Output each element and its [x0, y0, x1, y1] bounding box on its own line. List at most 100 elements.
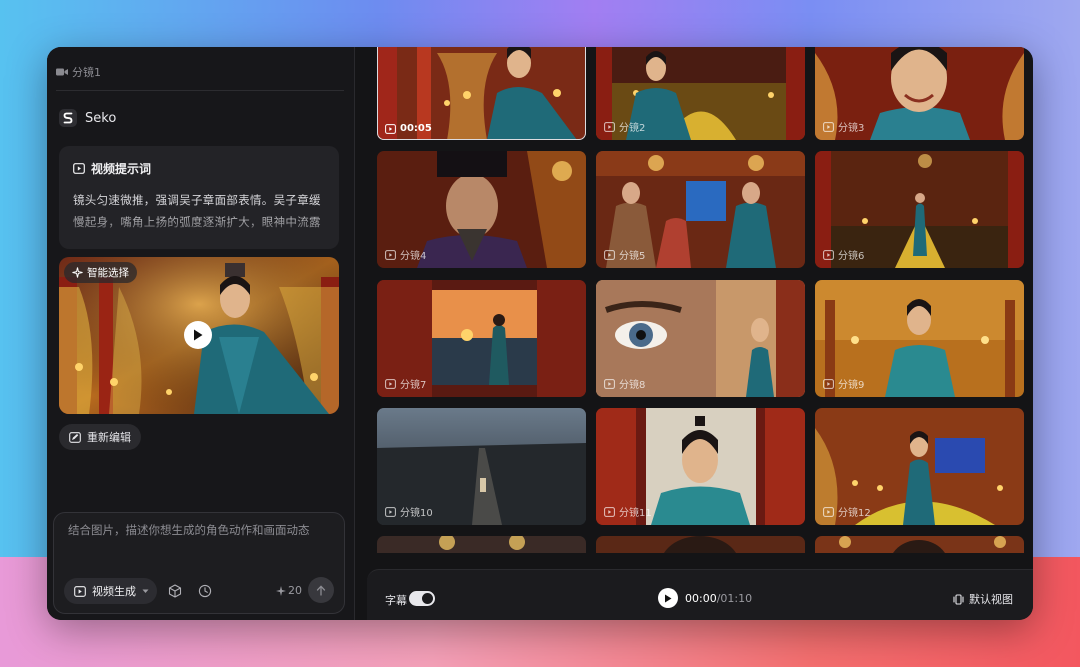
playback-bar: 字幕 00:00/01:10 默认视图: [367, 569, 1033, 620]
video-icon: [385, 506, 396, 517]
shot-tile-label: 分镜4: [385, 247, 426, 262]
mode-label: 视频生成: [92, 585, 136, 598]
shot-tile-label: 分镜10: [385, 504, 433, 519]
shot-tile-label: 分镜9: [823, 376, 864, 391]
clock-icon[interactable]: [198, 584, 212, 598]
video-camera-icon: [56, 68, 68, 76]
prompt-input[interactable]: [68, 523, 330, 537]
reedit-button[interactable]: 重新编辑: [59, 424, 141, 450]
shot-label: 分镜9: [838, 380, 865, 391]
prompt-composer: 视频生成 20: [53, 512, 345, 614]
video-icon: [604, 378, 615, 389]
shot-tile[interactable]: 分镜5: [596, 151, 805, 268]
mode-select-button[interactable]: 视频生成: [64, 578, 157, 604]
shot-tile[interactable]: [815, 536, 1024, 553]
divider: [56, 90, 344, 91]
send-button[interactable]: [308, 577, 334, 603]
reedit-label: 重新编辑: [87, 431, 131, 444]
shot-tile-label: 分镜11: [604, 504, 652, 519]
current-time: 00:00: [685, 592, 717, 605]
selected-shot-preview[interactable]: 智能选择: [59, 257, 339, 414]
edit-icon: [69, 431, 81, 443]
arrow-up-icon: [316, 584, 326, 596]
shot-tile-label: 分镜12: [823, 504, 871, 519]
shot-tile[interactable]: 分镜8: [596, 280, 805, 397]
shot-tile-label: 分镜3: [823, 119, 864, 134]
brand: Seko: [59, 109, 116, 127]
shot-tile[interactable]: 分镜3: [815, 47, 1024, 140]
shot-header-label: 分镜1: [72, 66, 101, 79]
video-icon: [385, 123, 396, 134]
shot-tile[interactable]: 分镜11: [596, 408, 805, 525]
credit-star-icon: [276, 585, 286, 596]
video-icon: [823, 506, 834, 517]
shot-tile[interactable]: 分镜9: [815, 280, 1024, 397]
video-icon: [73, 163, 85, 174]
shot-tile-label: 00:05: [385, 123, 432, 134]
shot-label: 分镜10: [400, 508, 433, 519]
video-icon: [604, 121, 615, 132]
prompt-card[interactable]: 视频提示词 镜头匀速微推，强调吴子章面部表情。吴子章缓慢起身，嘴角上扬的弧度逐渐…: [59, 146, 339, 249]
shot-tile[interactable]: 分镜10: [377, 408, 586, 525]
seko-logo-icon: [59, 109, 77, 127]
playback-time: 00:00/01:10: [685, 592, 752, 605]
caret-down-icon: [142, 589, 149, 593]
video-icon: [604, 506, 615, 517]
shot-tile[interactable]: 分镜2: [596, 47, 805, 140]
prompt-text: 镜头匀速微推，强调吴子章面部表情。吴子章缓慢起身，嘴角上扬的弧度逐渐扩大，眼神中…: [73, 193, 321, 229]
shot-tile-label: 分镜8: [604, 376, 645, 391]
video-icon: [823, 121, 834, 132]
play-button[interactable]: [658, 588, 678, 608]
shot-tile-label: 分镜2: [604, 119, 645, 134]
shot-label: 分镜5: [619, 251, 646, 262]
shot-thumbnail: [815, 536, 1024, 553]
video-icon: [823, 249, 834, 260]
shot-thumbnail: [377, 536, 586, 553]
shot-tile[interactable]: 分镜6: [815, 151, 1024, 268]
video-mode-icon: [74, 585, 86, 597]
total-time: /01:10: [716, 592, 753, 605]
shot-label: 分镜12: [838, 508, 871, 519]
prompt-card-header: 视频提示词: [73, 160, 325, 177]
video-icon: [385, 378, 396, 389]
play-icon: [665, 594, 672, 602]
smart-select-chip[interactable]: 智能选择: [64, 262, 137, 283]
shot-tile[interactable]: [596, 536, 805, 553]
app-window: 分镜1 Seko 视频提示词 镜头匀速微推，强调吴子章面部表情。吴子章缓慢起身，…: [47, 47, 1033, 620]
shot-tile[interactable]: 分镜12: [815, 408, 1024, 525]
default-view-button[interactable]: 默认视图: [953, 591, 1013, 607]
credits-value: 20: [288, 584, 302, 597]
smart-select-label: 智能选择: [87, 267, 129, 279]
shot-tile[interactable]: 分镜7: [377, 280, 586, 397]
shot-tile-label: 分镜5: [604, 247, 645, 262]
shot-label: 00:05: [400, 123, 432, 134]
video-icon: [823, 378, 834, 389]
shot-tile-label: 分镜7: [385, 376, 426, 391]
shot-tile[interactable]: [377, 536, 586, 553]
sparkle-icon: [72, 267, 83, 278]
subtitle-label: 字幕: [385, 594, 407, 607]
shot-grid: 00:05 分镜2 分镜3 分镜4 分镜5 分镜6 分镜7 分镜8 分镜9 分镜…: [376, 47, 1026, 553]
preview-play-button[interactable]: [184, 321, 212, 349]
view-layout-icon: [953, 593, 964, 605]
brand-name: Seko: [85, 110, 117, 126]
shot-thumbnail: [596, 536, 805, 553]
shot-label: 分镜7: [400, 380, 427, 391]
shot-label: 分镜8: [619, 380, 646, 391]
video-icon: [385, 249, 396, 260]
shot-tile[interactable]: 分镜4: [377, 151, 586, 268]
shot-tile-label: 分镜6: [823, 247, 864, 262]
cube-icon[interactable]: [168, 584, 182, 598]
default-view-label: 默认视图: [969, 593, 1013, 606]
shot-header: 分镜1: [56, 64, 101, 80]
shot-label: 分镜4: [400, 251, 427, 262]
shot-label: 分镜2: [619, 123, 646, 134]
prompt-card-title: 视频提示词: [91, 162, 152, 176]
shot-label: 分镜3: [838, 123, 865, 134]
play-icon: [194, 329, 203, 341]
shot-label: 分镜11: [619, 508, 652, 519]
video-icon: [604, 249, 615, 260]
subtitle-toggle[interactable]: [409, 591, 435, 606]
shot-tile[interactable]: 00:05: [377, 47, 586, 140]
credits-counter: 20: [276, 584, 302, 597]
